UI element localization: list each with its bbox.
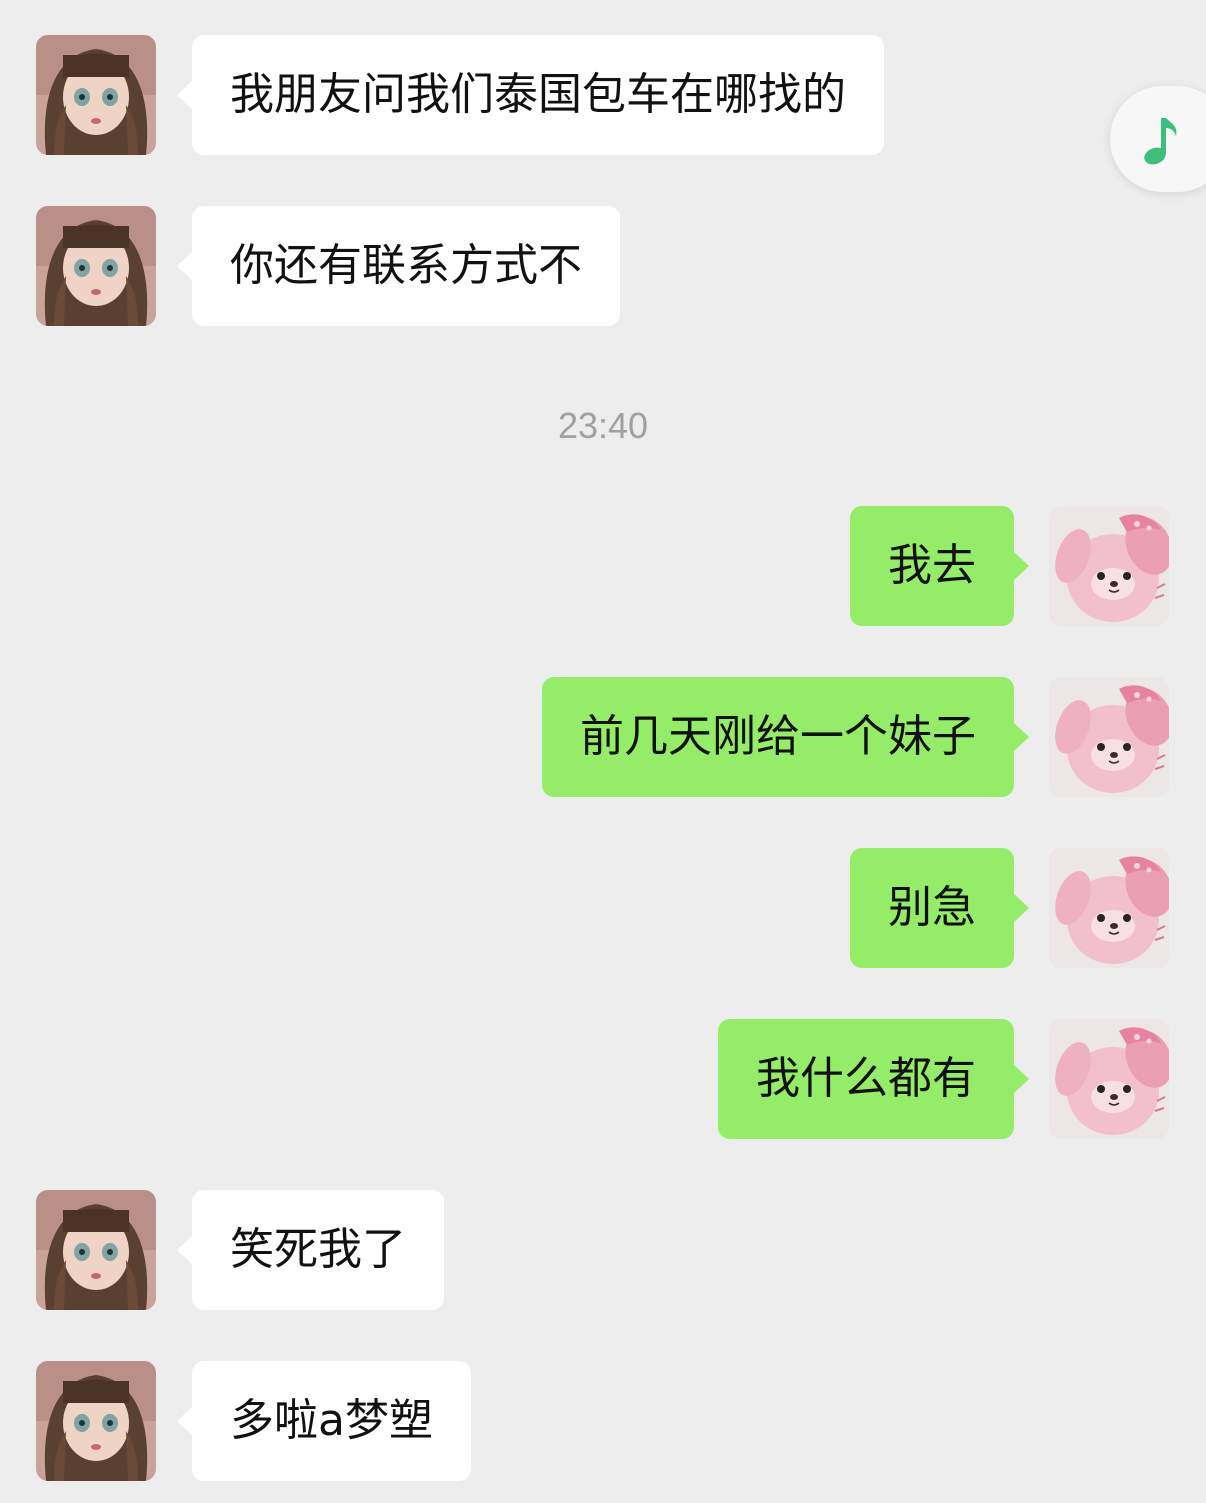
message-timestamp: 23:40 xyxy=(557,405,649,446)
doll-girl-avatar-image xyxy=(36,1361,156,1481)
message-bubble[interactable]: 我去 xyxy=(850,506,1029,626)
contact-avatar[interactable] xyxy=(36,35,156,155)
message-row-incoming: 我朋友问我们泰国包车在哪找的 xyxy=(0,35,1206,155)
doll-girl-avatar-image xyxy=(36,206,156,326)
pink-plush-bunny-avatar-image xyxy=(1049,677,1169,797)
message-bubble[interactable]: 我朋友问我们泰国包车在哪找的 xyxy=(177,35,884,155)
my-avatar[interactable] xyxy=(1049,848,1169,968)
my-avatar[interactable] xyxy=(1049,1019,1169,1139)
chat-window: 我朋友问我们泰国包车在哪找的 你还有联系方式不 23:40 我去 前几天刚给一个… xyxy=(0,0,1206,1503)
pink-plush-bunny-avatar-image xyxy=(1049,1019,1169,1139)
message-row-incoming: 你还有联系方式不 xyxy=(0,206,1206,326)
message-bubble[interactable]: 笑死我了 xyxy=(177,1190,444,1310)
message-row-outgoing: 我去 xyxy=(0,506,1206,626)
my-avatar[interactable] xyxy=(1049,677,1169,797)
message-bubble[interactable]: 前几天刚给一个妹子 xyxy=(542,677,1029,797)
message-bubble[interactable]: 你还有联系方式不 xyxy=(177,206,620,326)
message-bubble[interactable]: 别急 xyxy=(850,848,1029,968)
message-row-outgoing: 我什么都有 xyxy=(0,1019,1206,1139)
contact-avatar[interactable] xyxy=(36,206,156,326)
contact-avatar[interactable] xyxy=(36,1190,156,1310)
doll-girl-avatar-image xyxy=(36,35,156,155)
doll-girl-avatar-image xyxy=(36,1190,156,1310)
my-avatar[interactable] xyxy=(1049,506,1169,626)
message-row-outgoing: 前几天刚给一个妹子 xyxy=(0,677,1206,797)
message-row-incoming: 多啦a梦塑 xyxy=(0,1361,1206,1481)
message-row-outgoing: 别急 xyxy=(0,848,1206,968)
pink-plush-bunny-avatar-image xyxy=(1049,506,1169,626)
message-bubble[interactable]: 多啦a梦塑 xyxy=(177,1361,471,1481)
message-bubble[interactable]: 我什么都有 xyxy=(718,1019,1029,1139)
contact-avatar[interactable] xyxy=(36,1361,156,1481)
message-row-incoming: 笑死我了 xyxy=(0,1190,1206,1310)
pink-plush-bunny-avatar-image xyxy=(1049,848,1169,968)
